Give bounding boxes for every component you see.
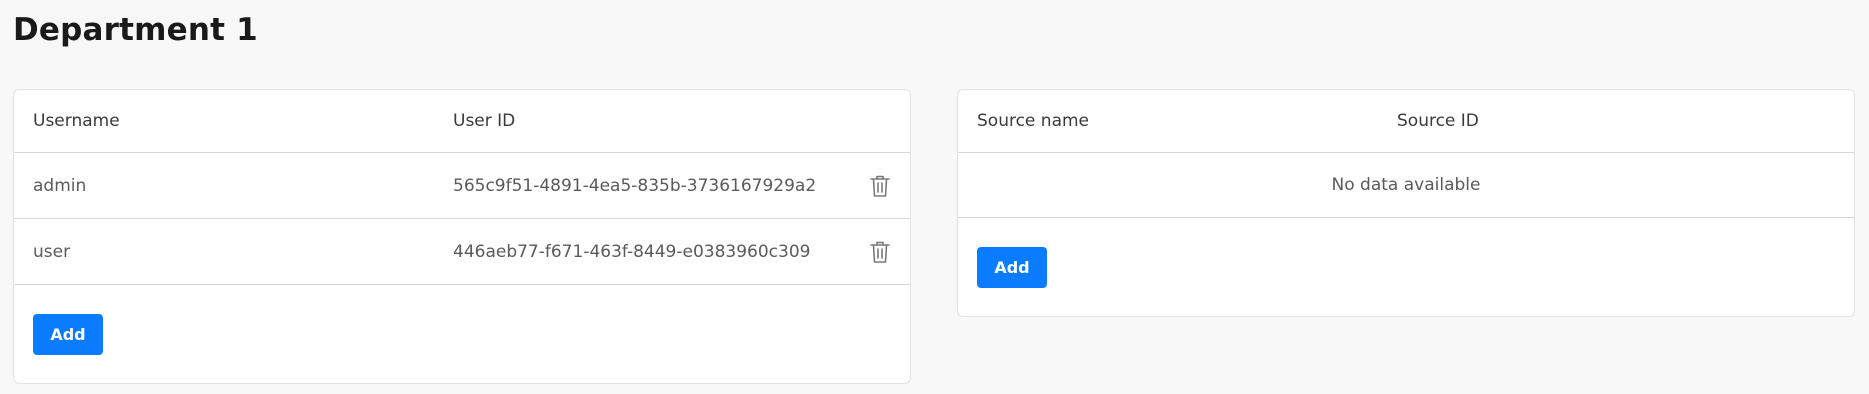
user-id-cell: 565c9f51-4891-4ea5-835b-3736167929a2	[453, 175, 817, 196]
column-header-username: Username	[33, 111, 120, 131]
users-panel: Username User ID admin 565c9f51-4891-4ea…	[13, 89, 911, 384]
trash-icon	[869, 174, 891, 198]
sources-panel: Source name Source ID No data available …	[957, 89, 1855, 317]
add-user-button[interactable]: Add	[33, 314, 103, 355]
users-table-header: Username User ID	[14, 90, 910, 153]
username-cell: user	[33, 241, 71, 262]
delete-user-button[interactable]	[867, 239, 893, 265]
table-row: user 446aeb77-f671-463f-8449-e0383960c30…	[14, 219, 910, 285]
add-source-button[interactable]: Add	[977, 247, 1047, 288]
column-header-user-id: User ID	[453, 111, 516, 131]
username-cell: admin	[33, 175, 87, 196]
table-row: admin 565c9f51-4891-4ea5-835b-3736167929…	[14, 153, 910, 219]
column-header-source-id: Source ID	[1397, 111, 1479, 131]
delete-user-button[interactable]	[867, 173, 893, 199]
user-id-cell: 446aeb77-f671-463f-8449-e0383960c309	[453, 241, 811, 262]
page-title: Department 1	[13, 12, 258, 48]
trash-icon	[869, 240, 891, 264]
column-header-source-name: Source name	[977, 111, 1090, 131]
sources-table-header: Source name Source ID	[958, 90, 1854, 153]
empty-state-message: No data available	[958, 153, 1854, 218]
